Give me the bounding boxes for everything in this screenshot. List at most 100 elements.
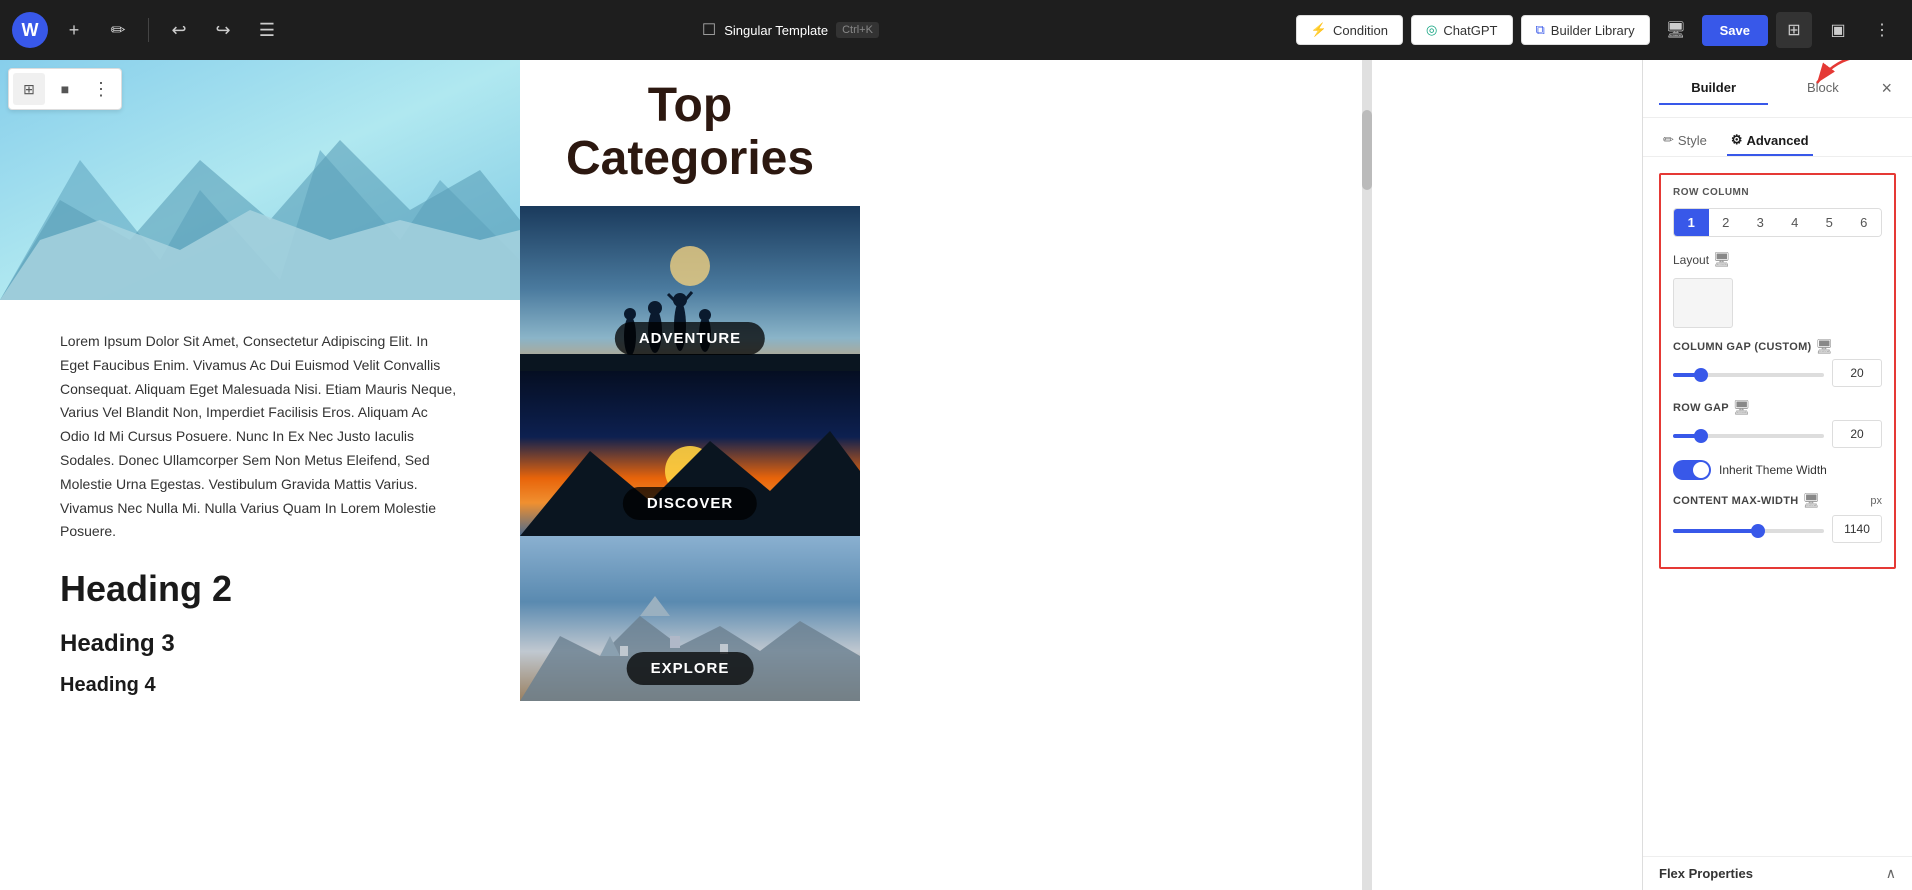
save-label: Save [1720,23,1750,38]
canvas[interactable]: ⊞ ■ ⋮ [0,60,1642,890]
canvas-content: Lorem Ipsum Dolor Sit Amet, Consectetur … [0,60,1642,890]
advanced-icon: ⚙ [1731,132,1743,148]
col-option-4[interactable]: 4 [1778,209,1813,236]
panel-close-button[interactable]: × [1878,78,1897,99]
flex-properties-section[interactable]: Flex Properties ∧ [1643,856,1912,890]
col-option-2[interactable]: 2 [1709,209,1744,236]
column-gap-slider[interactable] [1673,373,1824,377]
more-tool-icon: ⋮ [92,79,110,100]
grid-icon: ⊞ [1787,20,1800,40]
tab-block[interactable]: Block [1768,72,1877,105]
category-card-discover[interactable]: DISCOVER [520,371,860,536]
column-gap-label-row: COLUMN GAP (CUSTOM) 🖥 [1673,338,1882,355]
content-maxwidth-device-btn[interactable]: 🖥 [1802,492,1820,509]
subtab-style[interactable]: ✏ Style [1659,126,1711,156]
undo-button[interactable]: ↩ [161,12,197,48]
layout-row: Layout 🖥 [1673,251,1882,268]
wp-logo[interactable]: W [12,12,48,48]
more-options-button[interactable]: ⋮ [1864,12,1900,48]
flex-properties-label: Flex Properties [1659,866,1753,881]
add-button[interactable]: + [56,12,92,48]
panel-button[interactable]: ▣ [1820,12,1856,48]
pencil-icon: ✏ [110,20,125,41]
layout-tool-icon: ⊞ [23,81,35,98]
column-gap-value: 20 [1832,359,1882,387]
flex-chevron-up-icon: ∧ [1886,865,1896,882]
pencil-button[interactable]: ✏ [100,12,136,48]
row-gap-slider-row: 20 [1673,420,1882,448]
add-icon: + [69,20,80,41]
undo-icon: ↩ [171,20,186,41]
two-col-layout: Lorem Ipsum Dolor Sit Amet, Consectetur … [0,60,860,727]
chatgpt-button[interactable]: ◎ ChatGPT [1411,15,1513,45]
chatgpt-label: ChatGPT [1443,23,1497,38]
panel-subtabs: ✏ Style ⚙ Advanced [1643,118,1912,157]
sidebar-panel: Builder Block × ✏ Style ⚙ Advanced [1642,60,1912,890]
save-button[interactable]: Save [1702,15,1768,46]
explore-badge: EXPLORE [627,652,754,685]
menu-button[interactable]: ☰ [249,12,285,48]
more-tool-button[interactable]: ⋮ [85,73,117,105]
style-label: Style [1678,133,1707,148]
column-gap-slider-container [1673,364,1824,382]
row-gap-slider-container [1673,425,1824,443]
library-button[interactable]: ⧉ Builder Library [1521,15,1650,45]
content-maxwidth-label: CONTENT MAX-WIDTH 🖥 [1673,492,1820,509]
inherit-theme-toggle[interactable] [1673,460,1711,480]
heading-4: Heading 4 [60,674,460,697]
condition-icon: ⚡ [1311,22,1327,38]
top-bar-right: ⚡ Condition ◎ ChatGPT ⧉ Builder Library … [1296,12,1900,48]
monitor-icon: 🖥 [1665,20,1685,40]
content-maxwidth-unit: px [1870,495,1882,507]
canvas-toolbar: ⊞ ■ ⋮ [8,68,122,110]
title-line1: Top [540,80,840,133]
tab-builder[interactable]: Builder [1659,72,1768,105]
heading-3: Heading 3 [60,630,460,658]
toggle-label: Inherit Theme Width [1719,463,1827,477]
title-line2: Categories [540,133,840,186]
block-tool-button[interactable]: ■ [49,73,81,105]
content-section: Lorem Ipsum Dolor Sit Amet, Consectetur … [0,300,520,727]
redo-button[interactable]: ↪ [205,12,241,48]
categories-column: Top Categories [520,60,860,727]
divider-1 [148,18,149,42]
wp-logo-text: W [22,20,39,41]
library-label: Builder Library [1551,23,1635,38]
canvas-scrollbar-thumb[interactable] [1362,110,1372,190]
layout-device-btn[interactable]: 🖥 [1713,251,1731,268]
row-gap-device-btn[interactable]: 🖥 [1733,399,1751,416]
content-maxwidth-header: CONTENT MAX-WIDTH 🖥 px [1673,492,1882,509]
subtab-advanced[interactable]: ⚙ Advanced [1727,126,1813,156]
row-column-label: ROW COLUMN [1673,187,1882,198]
row-col-selector: 1 2 3 4 5 6 [1673,208,1882,237]
col-option-6[interactable]: 6 [1847,209,1882,236]
column-gap-label: COLUMN GAP (CUSTOM) 🖥 [1673,338,1833,355]
menu-icon: ☰ [259,20,275,41]
layout-tool-button[interactable]: ⊞ [13,73,45,105]
col-option-3[interactable]: 3 [1743,209,1778,236]
monitor-button[interactable]: 🖥 [1658,12,1694,48]
row-gap-label: ROW GAP 🖥 [1673,399,1751,416]
body-text: Lorem Ipsum Dolor Sit Amet, Consectetur … [60,330,460,544]
grid-view-button[interactable]: ⊞ [1776,12,1812,48]
content-maxwidth-row: CONTENT MAX-WIDTH 🖥 px 1140 [1673,492,1882,543]
category-card-adventure[interactable]: ADVENTURE [520,206,860,371]
discover-badge: DISCOVER [623,487,757,520]
col-option-1[interactable]: 1 [1674,209,1709,236]
content-maxwidth-slider-container [1673,520,1824,538]
chatgpt-icon: ◎ [1426,22,1437,38]
content-maxwidth-slider[interactable] [1673,529,1824,533]
panel-body[interactable]: ROW COLUMN 1 2 3 4 5 6 Layout 🖥 [1643,157,1912,856]
categories-title: Top Categories [520,60,860,206]
condition-button[interactable]: ⚡ Condition [1296,15,1403,45]
row-gap-slider[interactable] [1673,434,1824,438]
category-card-explore[interactable]: EXPLORE [520,536,860,701]
col-option-5[interactable]: 5 [1812,209,1847,236]
main-area: ⊞ ■ ⋮ [0,60,1912,890]
block-tool-icon: ■ [61,81,69,97]
canvas-scrollbar-track[interactable] [1362,60,1372,890]
column-gap-device-btn[interactable]: 🖥 [1816,338,1834,355]
column-gap-slider-row: 20 [1673,359,1882,387]
template-name: Singular Template [724,23,828,38]
panel-icon: ▣ [1830,20,1845,40]
